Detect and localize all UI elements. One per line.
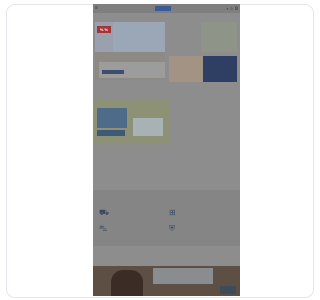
promo-button[interactable] (102, 70, 124, 74)
truck-icon: ⛟ (99, 208, 110, 217)
benefit-item: ⊞ (169, 208, 229, 222)
benefit-item: ⛟ (99, 208, 159, 222)
hero-promo-box (99, 62, 165, 78)
top-icons[interactable]: ⌕ ☺ ◍ (226, 6, 238, 11)
hero-image (113, 22, 165, 52)
side-image-2[interactable] (169, 56, 203, 82)
bottom-photo[interactable] (93, 266, 240, 296)
cart-icon: ⛍ (99, 224, 108, 233)
hero-badge: % % (97, 26, 111, 33)
page-frame: ≡ ⌕ ☺ ◍ % % ⛟ ⊞ ⛍ ⛨ (93, 4, 240, 296)
blue-promo-box[interactable] (203, 56, 237, 82)
side-image-1[interactable] (201, 22, 237, 52)
menu-icon[interactable]: ≡ (95, 6, 100, 11)
product-banner[interactable] (93, 100, 169, 143)
banner-text-block (97, 108, 127, 128)
hero-banner[interactable]: % % (95, 22, 165, 80)
side-block-a[interactable] (169, 22, 197, 52)
bottom-photo-sky (153, 268, 213, 284)
bottom-photo-person (111, 270, 143, 296)
benefit-item: ⛍ (99, 224, 159, 238)
bottom-photo-badge[interactable] (220, 286, 236, 294)
banner-products-image (133, 118, 163, 136)
gift-icon: ⊞ (169, 208, 176, 217)
benefit-item: ⛨ (169, 224, 229, 238)
top-bar: ≡ ⌕ ☺ ◍ (93, 4, 240, 13)
banner-cta[interactable] (97, 130, 125, 136)
shield-icon: ⛨ (169, 224, 175, 233)
benefits-section: ⛟ ⊞ ⛍ ⛨ (93, 190, 240, 246)
brand-logo[interactable] (155, 6, 171, 11)
